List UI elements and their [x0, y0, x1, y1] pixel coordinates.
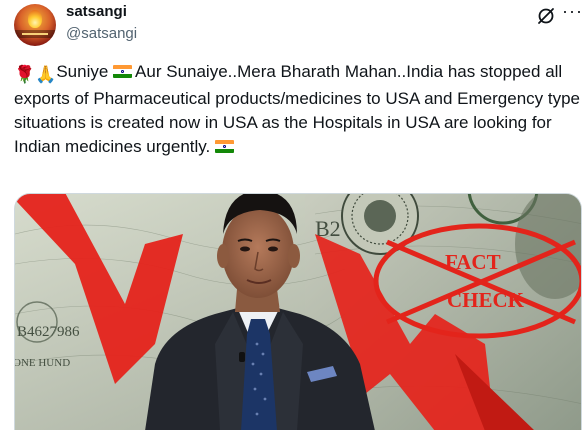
india-flag-icon	[113, 65, 133, 78]
author-name[interactable]: satsangi	[66, 3, 127, 20]
tweet-text: 🌹🙏Suniye Aur Sunaiye..Mera Bharath Mahan…	[14, 60, 582, 159]
banknote-corner-text: ONE HUND	[15, 357, 70, 369]
avatar[interactable]	[14, 4, 56, 46]
tweet-card: satsangi @satsangi ··· 🌹🙏Suniye Aur Suna…	[0, 0, 585, 430]
media-image: B2 B4627986 ONE HUND FACT CHECK	[15, 194, 581, 430]
stamp-check-text: CHECK	[447, 288, 525, 312]
tweet-media[interactable]: B2 B4627986 ONE HUND FACT CHECK	[14, 193, 582, 430]
stamp-fact-text: FACT	[445, 250, 501, 274]
grok-icon[interactable]	[536, 6, 556, 26]
flame-icon	[28, 10, 42, 28]
more-icon[interactable]: ···	[562, 2, 582, 24]
folded-hands-icon: 🙏	[35, 65, 57, 84]
tweet-text-segment: Suniye	[56, 62, 114, 81]
rose-icon: 🌹	[14, 65, 36, 84]
author-handle[interactable]: @satsangi	[66, 25, 137, 42]
india-flag-icon	[214, 140, 234, 153]
